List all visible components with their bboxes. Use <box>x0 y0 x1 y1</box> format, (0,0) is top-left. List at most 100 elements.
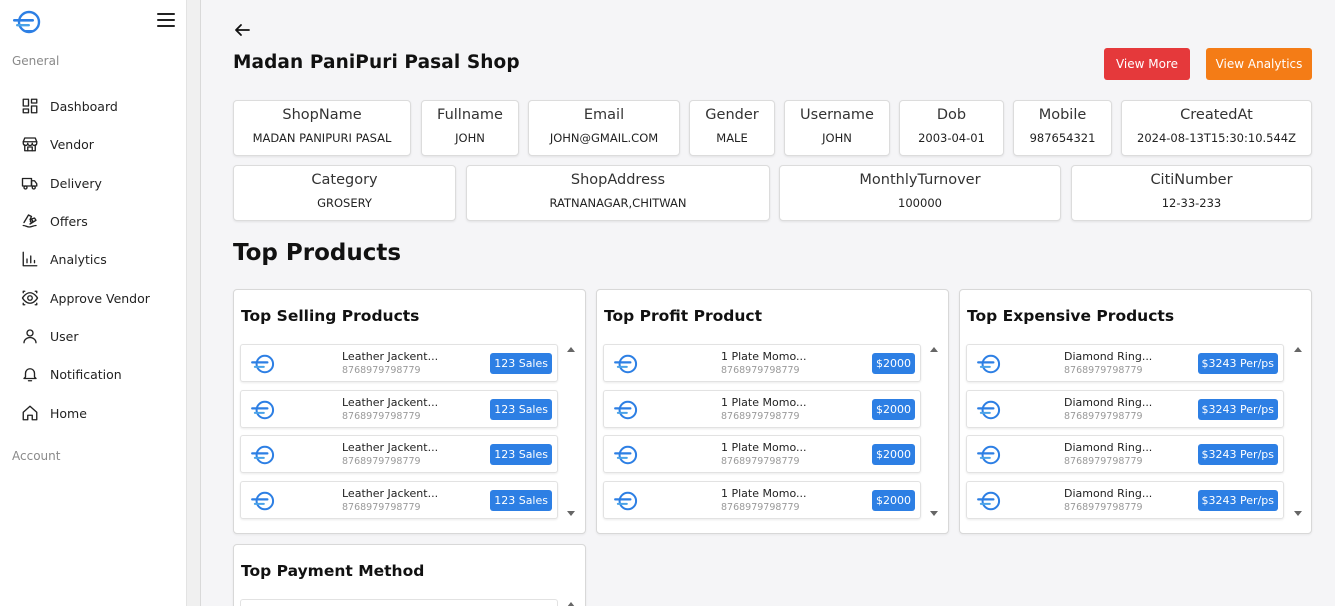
sidebar-item-vendor[interactable]: Vendor <box>20 132 94 156</box>
panel-top-profit: Top Profit Product 1 Plate Momo... 87689… <box>596 289 949 534</box>
info-key: Dob <box>936 107 967 123</box>
product-row[interactable]: 1 Plate Momo... 8768979798779 $2000 <box>603 389 921 428</box>
scroll-down-arrow-icon[interactable] <box>567 511 575 516</box>
app-logo-icon[interactable] <box>12 10 42 34</box>
sales-badge: 123 Sales <box>490 444 552 465</box>
info-key: Fullname <box>437 107 503 123</box>
panel-top-selling: Top Selling Products Leather Jackent... … <box>233 289 586 534</box>
view-more-button[interactable]: View More <box>1104 48 1190 80</box>
sidebar-scrollbar[interactable] <box>187 0 201 606</box>
info-card-email: Email JOHN@GMAIL.COM <box>528 100 680 156</box>
product-name: Diamond Ring... <box>1064 350 1153 363</box>
info-key: Email <box>583 107 625 123</box>
sidebar-item-home[interactable]: Home <box>20 401 87 425</box>
product-name: 1 Plate Momo... <box>721 395 807 409</box>
product-logo-icon <box>977 354 1001 374</box>
sidebar-item-notification[interactable]: Notification <box>20 362 122 386</box>
info-card-category: Category GROSERY <box>233 165 456 221</box>
product-row[interactable]: Diamond Ring... 8768979798779 $3243 Per/… <box>966 435 1284 473</box>
offer-icon <box>20 211 40 231</box>
panel-title: Top Profit Product <box>604 307 762 325</box>
home-icon <box>20 403 40 423</box>
scroll-up-arrow-icon[interactable] <box>1294 347 1302 352</box>
product-row[interactable]: Diamond Ring... 8768979798779 $3243 Per/… <box>966 344 1284 382</box>
info-value: 12-33-233 <box>1161 196 1222 210</box>
product-logo-icon <box>614 491 638 510</box>
info-key: Gender <box>705 107 759 123</box>
scroll-down-arrow-icon[interactable] <box>930 511 938 516</box>
sidebar-item-label: Offers <box>50 213 88 229</box>
panel-top-expensive: Top Expensive Products Diamond Ring... 8… <box>959 289 1312 534</box>
store-icon <box>20 134 40 154</box>
product-name: Diamond Ring... <box>1064 486 1153 500</box>
sidebar-item-label: Analytics <box>50 251 107 267</box>
dashboard-icon <box>20 96 40 116</box>
back-arrow-icon[interactable] <box>233 21 251 39</box>
product-row[interactable]: Leather Jackent... 8768979798779 123 Sal… <box>240 480 558 519</box>
info-value: 100000 <box>898 196 942 210</box>
truck-icon <box>20 173 40 193</box>
section-label-account: Account <box>12 449 61 463</box>
info-key: Category <box>311 172 378 188</box>
product-row[interactable]: Leather Jackent... 8768979798779 123 Sal… <box>240 435 558 473</box>
info-value: GROSERY <box>317 196 372 210</box>
sidebar-item-dashboard[interactable]: Dashboard <box>20 94 118 118</box>
scroll-up-arrow-icon[interactable] <box>930 347 938 352</box>
scroll-up-arrow-icon[interactable] <box>567 347 575 352</box>
profit-badge: $2000 <box>872 353 915 374</box>
product-code: 8768979798779 <box>1064 365 1143 376</box>
info-card-createdat: CreatedAt 2024-08-13T15:30:10.544Z <box>1121 100 1312 156</box>
sales-badge: 123 Sales <box>490 353 552 374</box>
profit-badge: $2000 <box>872 444 915 465</box>
info-card-shopaddress: ShopAddress RATNANAGAR,CHITWAN <box>466 165 770 221</box>
product-logo-icon <box>251 491 275 510</box>
sales-badge: 123 Sales <box>490 489 552 511</box>
product-row[interactable]: Diamond Ring... 8768979798779 $3243 Per/… <box>966 389 1284 428</box>
scroll-up-arrow-icon[interactable] <box>567 602 575 606</box>
product-logo-icon <box>977 491 1001 510</box>
sidebar-item-approve-vendor[interactable]: Approve Vendor <box>20 286 150 310</box>
sidebar-item-label: Vendor <box>50 136 94 152</box>
info-card-fullname: Fullname JOHN <box>421 100 519 156</box>
product-code: 8768979798779 <box>1064 456 1143 467</box>
sidebar-item-delivery[interactable]: Delivery <box>20 171 102 195</box>
sidebar-item-label: Approve Vendor <box>50 290 150 306</box>
product-row[interactable]: 1 Plate Momo... 8768979798779 $2000 <box>603 480 921 519</box>
product-name: Leather Jackent... <box>342 441 439 454</box>
sidebar-item-user[interactable]: User <box>20 324 79 348</box>
product-code: 8768979798779 <box>721 410 800 422</box>
product-code: 8768979798779 <box>721 501 800 513</box>
product-name: Leather Jackent... <box>342 486 439 500</box>
product-code: 8768979798779 <box>1064 410 1143 422</box>
info-card-username: Username JOHN <box>784 100 890 156</box>
info-value: MALE <box>716 131 748 145</box>
info-key: ShopName <box>282 107 362 123</box>
sidebar-item-label: Delivery <box>50 175 102 191</box>
product-row[interactable]: 1 Plate Momo... 8768979798779 $2000 <box>603 344 921 382</box>
product-row[interactable]: Diamond Ring... 8768979798779 $3243 Per/… <box>966 480 1284 519</box>
product-name: Diamond Ring... <box>1064 395 1153 409</box>
info-key: Mobile <box>1038 107 1087 123</box>
product-code: 8768979798779 <box>721 365 800 376</box>
product-logo-icon <box>614 445 638 465</box>
info-value: 2003-04-01 <box>918 131 985 145</box>
info-card-shopname: ShopName MADAN PANIPURI PASAL <box>233 100 411 156</box>
panel-title: Top Expensive Products <box>967 307 1175 325</box>
product-name: 1 Plate Momo... <box>721 486 807 500</box>
section-label-general: General <box>12 54 60 68</box>
menu-toggle-icon[interactable] <box>157 13 175 27</box>
info-value: RATNANAGAR,CHITWAN <box>549 196 687 210</box>
product-row[interactable]: Leather Jackent... 8768979798779 123 Sal… <box>240 344 558 382</box>
scroll-down-arrow-icon[interactable] <box>1294 511 1302 516</box>
sidebar-item-analytics[interactable]: Analytics <box>20 247 107 271</box>
sidebar-item-offers[interactable]: Offers <box>20 209 88 233</box>
sales-badge: 123 Sales <box>490 398 552 420</box>
product-row[interactable]: Leather Jackent... 8768979798779 123 Sal… <box>240 389 558 428</box>
product-name: 1 Plate Momo... <box>721 350 807 363</box>
product-row[interactable]: 1 Plate Momo... 8768979798779 $2000 <box>603 435 921 473</box>
view-analytics-button[interactable]: View Analytics <box>1206 48 1312 80</box>
product-logo-icon <box>251 445 275 465</box>
product-code: 8768979798779 <box>342 456 421 467</box>
info-key: MonthlyTurnover <box>859 172 981 188</box>
product-row[interactable] <box>240 599 558 606</box>
